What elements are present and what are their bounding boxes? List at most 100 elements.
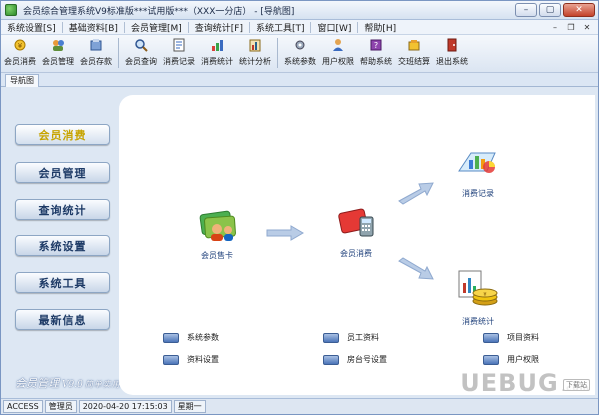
toolbar-member-query[interactable]: 会员查询 bbox=[122, 38, 160, 67]
toolbar-label: 会员消费 bbox=[4, 57, 36, 66]
toolbar-consume-stats[interactable]: 消费统计 bbox=[198, 38, 236, 67]
toolbar-separator bbox=[118, 38, 119, 68]
deposit-icon bbox=[89, 38, 103, 52]
nav-member-consume[interactable]: 会员消费 bbox=[15, 124, 110, 145]
title-bar[interactable]: 会员综合管理系统V9标准版***试用版***（XXX一分店） - [导航图] –… bbox=[1, 1, 598, 20]
toolbar-label: 系统参数 bbox=[284, 57, 316, 66]
flow-consume-stats[interactable]: ¥ 消费统计 bbox=[455, 269, 501, 327]
toolbar-separator bbox=[277, 38, 278, 68]
app-icon bbox=[5, 4, 17, 16]
close-button[interactable]: ✕ bbox=[563, 3, 595, 17]
toolbar-exit-system[interactable]: 退出系统 bbox=[433, 38, 471, 67]
flow-member-consume[interactable]: 会员消费 bbox=[334, 205, 378, 259]
exit-icon bbox=[445, 38, 459, 52]
flow-panel: 会员售卡 会员消费 消费记录 ¥ 消费统计 系统参数 员工资料 项目资料 资料设… bbox=[119, 95, 595, 395]
nav-query-stats[interactable]: 查询统计 bbox=[15, 199, 110, 220]
toolbar-user-permission[interactable]: 用户权限 bbox=[319, 38, 357, 67]
toolbar-stat-analysis[interactable]: 统计分析 bbox=[236, 38, 274, 67]
link-data-settings[interactable]: 资料设置 bbox=[163, 354, 219, 365]
maximize-button[interactable]: ▢ bbox=[539, 3, 561, 17]
consume-label: 会员消费 bbox=[340, 249, 372, 258]
toolbar-label: 统计分析 bbox=[239, 57, 271, 66]
toolbar-label: 帮助系统 bbox=[360, 57, 392, 66]
toolbar-label: 用户权限 bbox=[322, 57, 354, 66]
menu-system-tools[interactable]: 系统工具[T] bbox=[250, 21, 311, 34]
toolbar-member-manage[interactable]: 会员管理 bbox=[39, 38, 77, 67]
toolbar-consume-records[interactable]: 消费记录 bbox=[160, 38, 198, 67]
window-icon bbox=[483, 332, 499, 343]
link-label: 项目资料 bbox=[507, 333, 539, 342]
window-icon bbox=[163, 332, 179, 343]
arrow-right-icon bbox=[266, 225, 304, 241]
link-staff-data[interactable]: 员工资料 bbox=[323, 332, 379, 343]
records-icon bbox=[172, 38, 186, 52]
nav-system-tools[interactable]: 系统工具 bbox=[15, 272, 110, 293]
stats-coins-icon: ¥ bbox=[455, 269, 501, 312]
link-room-number-settings[interactable]: 房台号设置 bbox=[323, 354, 387, 365]
status-bar: ACCESS 管理员 2020-04-20 17:15:03 星期一 bbox=[1, 398, 598, 414]
toolbar-label: 退出系统 bbox=[436, 57, 468, 66]
toolbar-shift-settlement[interactable]: 交班结算 bbox=[395, 38, 433, 67]
status-database: ACCESS bbox=[3, 400, 43, 413]
settings-icon bbox=[293, 38, 307, 52]
card-sale-icon bbox=[195, 209, 239, 246]
watermark-brand: UEBUG bbox=[460, 369, 559, 397]
coin-icon: ¥ bbox=[13, 38, 27, 52]
window-title: 会员综合管理系统V9标准版***试用版***（XXX一分店） - [导航图] bbox=[23, 6, 295, 17]
toolbar-member-deposit[interactable]: 会员存款 bbox=[77, 38, 115, 67]
toolbar-label: 会员查询 bbox=[125, 57, 157, 66]
menu-query-stats[interactable]: 查询统计[F] bbox=[189, 21, 249, 34]
link-user-permission[interactable]: 用户权限 bbox=[483, 354, 539, 365]
members-icon bbox=[51, 38, 65, 52]
nav-latest-info[interactable]: 最新信息 bbox=[15, 309, 110, 330]
svg-text:¥: ¥ bbox=[483, 292, 486, 298]
mdi-controls: – ❐ ✕ bbox=[548, 21, 594, 33]
records-label: 消费记录 bbox=[462, 189, 494, 198]
flow-consume-records[interactable]: 消费记录 bbox=[455, 145, 501, 199]
mdi-close-button[interactable]: ✕ bbox=[580, 21, 594, 33]
user-permission-icon bbox=[331, 38, 345, 52]
menu-help[interactable]: 帮助[H] bbox=[358, 21, 402, 34]
menu-window[interactable]: 窗口[W] bbox=[311, 21, 357, 34]
link-label: 房台号设置 bbox=[347, 355, 387, 364]
records-chart-icon bbox=[455, 145, 501, 184]
toolbar-label: 消费记录 bbox=[163, 57, 195, 66]
menu-system-settings[interactable]: 系统设置[S] bbox=[1, 21, 62, 34]
window-icon bbox=[323, 354, 339, 365]
svg-text:?: ? bbox=[374, 41, 378, 50]
window-controls: – ▢ ✕ bbox=[515, 3, 595, 17]
handover-icon bbox=[407, 38, 421, 52]
window-icon bbox=[483, 354, 499, 365]
toolbar-label: 消费统计 bbox=[201, 57, 233, 66]
tab-strip: 导航图 bbox=[1, 73, 598, 87]
logo-version: V9.0 bbox=[62, 380, 83, 390]
nav-system-settings[interactable]: 系统设置 bbox=[15, 235, 110, 256]
consume-icon bbox=[334, 205, 378, 244]
search-icon bbox=[134, 38, 148, 52]
link-label: 员工资料 bbox=[347, 333, 379, 342]
mdi-restore-button[interactable]: ❐ bbox=[564, 21, 578, 33]
minimize-button[interactable]: – bbox=[515, 3, 537, 17]
mdi-minimize-button[interactable]: – bbox=[548, 21, 562, 33]
link-system-params[interactable]: 系统参数 bbox=[163, 332, 219, 343]
navigation-page: 会员消费 会员管理 查询统计 系统设置 系统工具 最新信息 会员管理 V9.0 简单… bbox=[1, 87, 598, 398]
toolbar-label: 交班结算 bbox=[398, 57, 430, 66]
main-window: 会员综合管理系统V9标准版***试用版***（XXX一分店） - [导航图] –… bbox=[0, 0, 599, 415]
card-sale-label: 会员售卡 bbox=[201, 251, 233, 260]
toolbar-member-consume[interactable]: ¥ 会员消费 bbox=[1, 38, 39, 67]
tab-navigation-map[interactable]: 导航图 bbox=[5, 74, 39, 87]
menu-member-management[interactable]: 会员管理[M] bbox=[125, 21, 188, 34]
flow-card-sale[interactable]: 会员售卡 bbox=[195, 209, 239, 261]
toolbar-help-system[interactable]: ? 帮助系统 bbox=[357, 38, 395, 67]
toolbar-system-params[interactable]: 系统参数 bbox=[281, 38, 319, 67]
menu-bar: 系统设置[S] 基础资料[B] 会员管理[M] 查询统计[F] 系统工具[T] … bbox=[1, 20, 598, 35]
stats-icon bbox=[210, 38, 224, 52]
link-label: 资料设置 bbox=[187, 355, 219, 364]
toolbar: ¥ 会员消费 会员管理 会员存款 会员查询 消费记录 消费统计 统计分析 系统参… bbox=[1, 35, 598, 73]
menu-basic-data[interactable]: 基础资料[B] bbox=[63, 21, 124, 34]
nav-member-manage[interactable]: 会员管理 bbox=[15, 162, 110, 183]
window-icon bbox=[323, 332, 339, 343]
link-label: 用户权限 bbox=[507, 355, 539, 364]
link-project-data[interactable]: 项目资料 bbox=[483, 332, 539, 343]
link-label: 系统参数 bbox=[187, 333, 219, 342]
